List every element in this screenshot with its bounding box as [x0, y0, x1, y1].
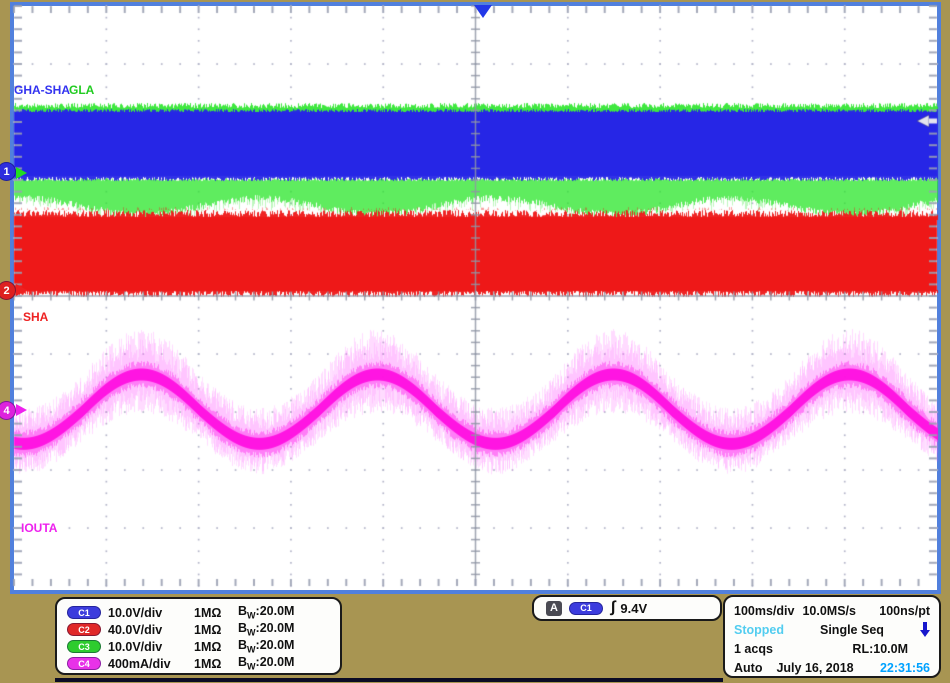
ch4-scale: 400mA/div [108, 657, 194, 671]
single-seq-arrow-icon [920, 622, 930, 638]
record-length: RL:10.0M [852, 642, 908, 656]
ch1-badge[interactable]: C1 [67, 606, 101, 619]
ch1-impedance: 1MΩ [194, 606, 238, 620]
ch3-badge[interactable]: C3 [67, 640, 101, 653]
horizontal-scale: 100ms/div [734, 604, 794, 618]
ch2-readout-row: C2 40.0V/div 1MΩ BW:20.0M [67, 621, 340, 638]
ch3-impedance: 1MΩ [194, 640, 238, 654]
acq-mode: Single Seq [820, 623, 884, 637]
trigger-level-value: 9.4V [620, 601, 647, 616]
time: 22:31:56 [880, 661, 930, 675]
ch2-impedance: 1MΩ [194, 623, 238, 637]
ch1-bandwidth: BW:20.0M [238, 604, 294, 621]
ch2-badge[interactable]: C2 [67, 623, 101, 636]
ch4-readout-row: C4 400mA/div 1MΩ BW:20.0M [67, 655, 340, 672]
horizontal-readout-row: 100ms/div 10.0MS/s 100ns/pt [734, 601, 930, 620]
sample-resolution: 100ns/pt [879, 604, 930, 618]
ch1-readout-row: C1 10.0V/div 1MΩ BW:20.0M [67, 604, 340, 621]
ch2-scale: 40.0V/div [108, 623, 194, 637]
acquisition-readout-panel[interactable]: 100ms/div 10.0MS/s 100ns/pt Stopped Sing… [723, 595, 941, 678]
ch2-bandwidth: BW:20.0M [238, 621, 294, 638]
ch3-readout-row: C3 10.0V/div 1MΩ BW:20.0M [67, 638, 340, 655]
waveform-display-area [10, 2, 941, 594]
ch4-impedance: 1MΩ [194, 657, 238, 671]
screen-bottom-edge [55, 678, 723, 682]
acq-state-row: Stopped Single Seq [734, 620, 930, 639]
datetime-row: Auto July 16, 2018 22:31:56 [734, 658, 930, 677]
ch1-scale: 10.0V/div [108, 606, 194, 620]
trigger-mode: Auto [734, 661, 762, 675]
trigger-a-badge: A [546, 601, 562, 616]
sample-rate: 10.0MS/s [802, 604, 856, 618]
date: July 16, 2018 [776, 661, 853, 675]
ch4-badge[interactable]: C4 [67, 657, 101, 670]
rising-edge-icon: ∫ [611, 599, 615, 617]
acq-count-row: 1 acqs RL:10.0M [734, 639, 930, 658]
acq-count: 1 acqs [734, 642, 773, 656]
channel-readout-panel: C1 10.0V/div 1MΩ BW:20.0M C2 40.0V/div 1… [55, 597, 342, 675]
trigger-source-badge[interactable]: C1 [569, 602, 603, 615]
trigger-readout-panel[interactable]: A C1 ∫ 9.4V [532, 595, 722, 621]
ch3-bandwidth: BW:20.0M [238, 638, 294, 655]
acq-state: Stopped [734, 623, 784, 637]
ch4-bandwidth: BW:20.0M [238, 655, 294, 672]
ch3-scale: 10.0V/div [108, 640, 194, 654]
scope-screen: GHA-SHA GLA SHA IOUTA 1 2 4 C1 10.0V/div… [0, 0, 950, 683]
